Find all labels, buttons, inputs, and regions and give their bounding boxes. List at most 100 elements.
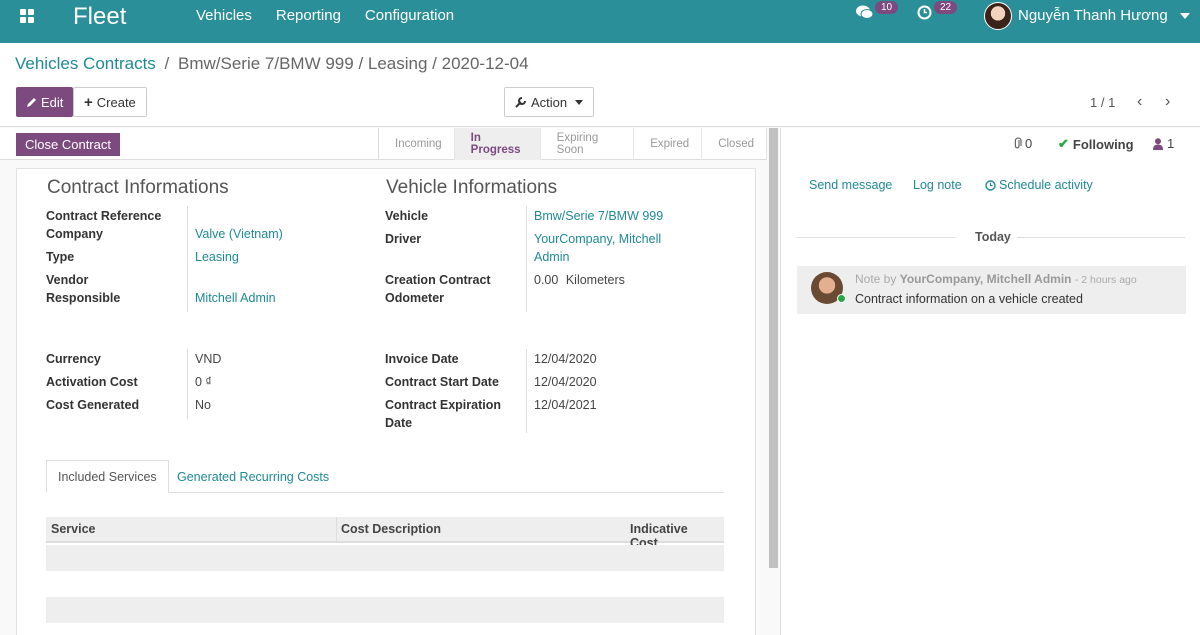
column-divider	[336, 517, 337, 543]
menu-reporting[interactable]: Reporting	[276, 7, 341, 24]
user-icon	[1153, 137, 1163, 150]
label-odometer: Creation Contract Odometer	[385, 273, 491, 305]
followers-count: 1	[1167, 136, 1175, 151]
pager-value[interactable]: 1 / 1	[1090, 95, 1115, 110]
tab-generated-recurring-costs[interactable]: Generated Recurring Costs	[166, 460, 340, 493]
breadcrumb-root[interactable]: Vehicles Contracts	[15, 54, 156, 73]
notebook-tabs: Included Services Generated Recurring Co…	[46, 460, 724, 493]
table-row	[46, 545, 724, 571]
label-cost-generated: Cost Generated	[46, 398, 140, 412]
message-body: Contract information on a vehicle create…	[855, 292, 1083, 306]
send-message-button[interactable]: Send message	[809, 178, 892, 192]
message-author[interactable]: YourCompany, Mitchell Admin	[900, 272, 1072, 286]
wrench-icon	[515, 97, 526, 108]
value-currency: VND	[195, 352, 222, 366]
chatter-panel: 0 ✔ Following 1 Send message Log note Sc…	[780, 128, 1200, 635]
stage-expiring-soon[interactable]: Expiring Soon	[541, 128, 635, 160]
create-label: Create	[96, 94, 136, 110]
label-vehicle: Vehicle	[385, 209, 429, 223]
stage-in-progress[interactable]: In Progress	[454, 128, 541, 160]
activities-badge: 22	[934, 1, 958, 14]
label-company: Company	[46, 227, 103, 241]
create-button[interactable]: + Create	[73, 87, 147, 117]
edit-button[interactable]: Edit	[16, 87, 74, 117]
label-activation-cost: Activation Cost	[46, 375, 138, 389]
chevron-left-icon[interactable]: ‹	[1137, 93, 1142, 111]
edit-label: Edit	[41, 94, 64, 110]
breadcrumb-separator: /	[164, 54, 170, 73]
clock-icon	[917, 5, 932, 20]
label-vendor: Vendor	[46, 273, 89, 287]
apps-grid-icon[interactable]	[20, 9, 34, 23]
breadcrumb-current: Bmw/Serie 7/BMW 999 / Leasing / 2020-12-…	[178, 54, 529, 73]
messages-badge: 10	[875, 1, 899, 14]
separator-line	[797, 237, 955, 238]
check-icon: ✔	[1058, 136, 1069, 151]
schedule-activity-label: Schedule activity	[999, 178, 1093, 192]
odometer-number: 0.00	[534, 273, 559, 287]
field-separator	[187, 206, 188, 312]
following-label: Following	[1072, 136, 1134, 152]
breadcrumb: Vehicles Contracts / Bmw/Serie 7/BMW 999…	[15, 54, 529, 74]
day-label: Today	[975, 230, 1011, 244]
stage-expired[interactable]: Expired	[634, 128, 703, 160]
label-invoice-date: Invoice Date	[385, 352, 459, 366]
column-service[interactable]: Service	[51, 522, 95, 536]
main-menu: Vehicles Reporting Configuration	[196, 7, 478, 24]
value-driver[interactable]: YourCompany, Mitchell Admin	[534, 230, 684, 266]
tab-included-services[interactable]: Included Services	[46, 460, 169, 493]
table-row	[46, 597, 724, 623]
scrollbar-thumb[interactable]	[769, 128, 778, 568]
pencil-icon	[27, 97, 36, 107]
label-currency: Currency	[46, 352, 101, 366]
user-menu[interactable]: Nguyễn Thanh Hương	[984, 0, 1190, 31]
stage-closed[interactable]: Closed	[702, 128, 767, 160]
control-panel: Vehicles Contracts / Bmw/Serie 7/BMW 999…	[0, 43, 1200, 127]
attachments-button[interactable]: 0	[1013, 136, 1032, 151]
attachments-count: 0	[1025, 136, 1033, 151]
caret-down-icon	[1179, 12, 1190, 19]
value-vehicle[interactable]: Bmw/Serie 7/BMW 999	[534, 207, 663, 225]
chat-bubble-icon	[856, 5, 873, 19]
message-time: - 2 hours ago	[1074, 274, 1137, 286]
field-separator	[526, 206, 527, 312]
activities-systray[interactable]: 22	[917, 1, 958, 20]
chevron-right-icon[interactable]: ›	[1165, 93, 1170, 111]
label-contract-expiration-date: Contract Expiration Date	[385, 398, 501, 430]
stage-incoming[interactable]: Incoming	[379, 128, 455, 160]
stage-bar: Incoming In Progress Expiring Soon Expir…	[378, 128, 767, 160]
value-type[interactable]: Leasing	[195, 248, 239, 266]
app-brand[interactable]: Fleet	[73, 2, 126, 32]
form-scrollbar[interactable]	[769, 128, 778, 568]
field-separator	[187, 349, 188, 419]
value-contract-start-date: 12/04/2020	[534, 375, 597, 389]
label-contract-start-date: Contract Start Date	[385, 375, 499, 389]
schedule-activity-button[interactable]: Schedule activity	[985, 178, 1093, 192]
followers-button[interactable]: 1	[1153, 136, 1174, 151]
following-button[interactable]: ✔ Following	[1058, 136, 1134, 152]
messages-systray[interactable]: 10	[856, 1, 899, 20]
value-company[interactable]: Valve (Vietnam)	[195, 225, 283, 243]
message-prefix: Note by	[855, 272, 897, 286]
label-responsible: Responsible	[46, 291, 121, 305]
contract-informations-title: Contract Informations	[47, 177, 229, 198]
table-row	[46, 571, 724, 597]
close-contract-button[interactable]: Close Contract	[16, 133, 120, 156]
value-cost-generated: No	[195, 398, 211, 412]
form-statusbar: Close Contract Incoming In Progress Expi…	[0, 128, 767, 160]
day-separator: Today	[797, 228, 1185, 248]
label-contract-reference: Contract Reference	[46, 209, 162, 223]
menu-configuration[interactable]: Configuration	[365, 7, 454, 24]
vehicle-informations-title: Vehicle Informations	[386, 177, 558, 198]
services-table-header: Service Cost Description Indicative Cost…	[46, 517, 724, 550]
menu-vehicles[interactable]: Vehicles	[196, 7, 252, 24]
separator-line	[1017, 237, 1185, 238]
value-odometer: 0.00 Kilometers	[534, 271, 625, 289]
caret-down-icon	[575, 99, 584, 105]
value-responsible[interactable]: Mitchell Admin	[195, 289, 276, 307]
chatter-message: Note by YourCompany, Mitchell Admin - 2 …	[797, 266, 1186, 314]
action-dropdown[interactable]: Action	[504, 87, 595, 117]
log-note-button[interactable]: Log note	[913, 178, 962, 192]
user-avatar	[984, 1, 1012, 30]
column-cost-description[interactable]: Cost Description	[341, 522, 441, 536]
